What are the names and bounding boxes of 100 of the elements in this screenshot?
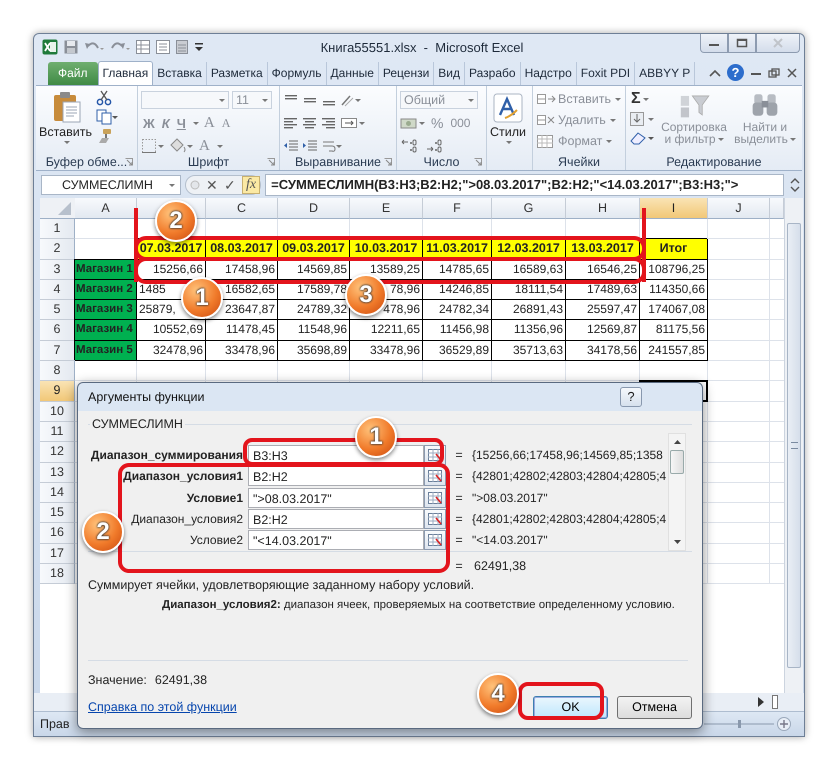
scissors-icon[interactable] <box>96 90 112 106</box>
row-header[interactable]: 1 <box>40 219 75 240</box>
argument-label: Диапазон_условия1 <box>122 469 244 484</box>
column-header[interactable]: I <box>640 198 708 219</box>
styles-icon <box>493 93 523 123</box>
row-header[interactable]: 6 <box>40 320 75 341</box>
cancel-button[interactable]: Отмена <box>617 696 692 718</box>
dialog-launcher-icon[interactable] <box>384 158 392 166</box>
table-icon[interactable] <box>136 40 150 54</box>
cancel-button[interactable]: ✕ <box>206 177 218 193</box>
fill-color-icon[interactable] <box>168 138 194 154</box>
decrease-indent-icon[interactable] <box>283 139 299 153</box>
name-box[interactable]: СУММЕСЛИМН <box>41 175 181 195</box>
eraser-icon[interactable] <box>629 130 655 146</box>
row-header[interactable]: 5 <box>40 300 75 320</box>
save-icon[interactable] <box>64 40 78 54</box>
styles-button[interactable]: Стили <box>490 89 526 144</box>
restore-icon[interactable] <box>768 68 780 78</box>
table-cell: Магазин 5 <box>75 340 137 362</box>
merge-center-icon[interactable] <box>340 116 366 130</box>
range-button[interactable] <box>424 488 446 508</box>
dialog-launcher-icon[interactable] <box>125 158 133 166</box>
insert-function-button[interactable]: fx <box>242 176 260 194</box>
orientation-icon[interactable] <box>340 93 362 107</box>
scroll-right-icon[interactable] <box>756 696 766 708</box>
row-header[interactable]: 8 <box>40 361 75 382</box>
row-header[interactable]: 11 <box>40 422 75 442</box>
fill-down-icon[interactable] <box>629 111 655 127</box>
column-header[interactable]: A <box>75 198 137 219</box>
table-icon <box>428 512 442 525</box>
input-field[interactable]: B2:H2 <box>248 466 424 486</box>
row-header[interactable]: 14 <box>40 482 75 504</box>
format-painter-icon[interactable] <box>96 128 112 144</box>
equals-sign: = <box>454 533 464 548</box>
maximize-button[interactable] <box>728 34 756 53</box>
caret-icon <box>606 140 612 142</box>
scrollbar[interactable] <box>784 198 803 693</box>
input-field[interactable]: B2:H2 <box>248 508 424 529</box>
column-header[interactable]: F <box>423 198 492 219</box>
range-button[interactable] <box>424 466 446 486</box>
collapse-ribbon-icon[interactable] <box>709 68 721 78</box>
column-header[interactable]: C <box>206 198 278 219</box>
wrap-text-icon[interactable] <box>321 139 343 153</box>
dialog-launcher-icon[interactable] <box>474 158 482 166</box>
table-cell: Магазин 4 <box>75 320 137 341</box>
dialog-launcher-icon[interactable] <box>267 158 275 166</box>
row-header[interactable]: 10 <box>40 402 75 422</box>
help-button[interactable]: ? <box>620 387 642 407</box>
row-header[interactable]: 16 <box>40 523 75 544</box>
scrollbar[interactable] <box>668 433 686 551</box>
row-header[interactable]: 13 <box>40 462 75 483</box>
minimize-button[interactable] <box>700 34 728 53</box>
column-header[interactable]: D <box>278 198 350 219</box>
ribbon-tab[interactable]: Главная <box>98 61 154 85</box>
row-header[interactable]: 17 <box>40 544 75 564</box>
column-header[interactable]: H <box>566 198 640 219</box>
excel-icon[interactable] <box>42 39 58 55</box>
row-header[interactable]: 18 <box>40 564 75 584</box>
split-icon[interactable] <box>772 695 778 709</box>
input-field[interactable]: ">08.03.2017" <box>248 488 424 508</box>
align-center-icon[interactable] <box>302 116 318 130</box>
currency-icon[interactable] <box>400 116 426 130</box>
enter-button[interactable]: ✓ <box>224 177 236 193</box>
increase-indent-icon[interactable] <box>302 139 318 153</box>
help-button[interactable]: ? <box>727 64 744 81</box>
caret-icon <box>718 138 724 142</box>
caret-icon <box>262 98 268 102</box>
form-icon[interactable] <box>156 40 170 54</box>
table-cell: Магазин 3 <box>75 300 137 320</box>
help-link[interactable]: Справка по этой функции <box>88 700 237 714</box>
copy-icon[interactable] <box>96 109 118 125</box>
row-header[interactable]: 4 <box>40 280 75 300</box>
row-header[interactable]: 7 <box>40 340 75 362</box>
font-name-field[interactable] <box>141 91 229 109</box>
group-label: Ячейки <box>558 154 600 168</box>
close-icon[interactable] <box>786 68 798 78</box>
caret-icon <box>642 98 649 102</box>
borders-icon[interactable] <box>141 138 165 154</box>
row-header[interactable]: 12 <box>40 442 75 463</box>
paste-button[interactable]: Вставить <box>39 89 92 144</box>
row-header[interactable]: 3 <box>40 260 75 280</box>
scroll-thumb[interactable] <box>670 450 684 474</box>
formula-field[interactable]: =СУММЕСЛИМН(B3:H3;B2:H2;">08.03.2017";B2:H2;"<14.03.2017";B3:H3;"> <box>265 174 784 196</box>
table-icon <box>428 492 442 504</box>
range-button[interactable] <box>424 530 446 550</box>
input-field[interactable]: "<14.03.2017" <box>248 530 424 550</box>
column-header[interactable]: G <box>492 198 566 219</box>
align-left-icon[interactable] <box>283 116 299 130</box>
autosum-button[interactable]: Σ <box>629 90 655 108</box>
row-header[interactable]: 2 <box>40 239 75 260</box>
table-cell: Магазин 1 <box>75 260 137 280</box>
range-button[interactable] <box>424 508 446 529</box>
row-header[interactable]: 15 <box>40 503 75 524</box>
scroll-thumb[interactable] <box>787 223 801 668</box>
column-header[interactable]: E <box>350 198 423 219</box>
align-right-icon[interactable] <box>321 116 337 130</box>
row-header[interactable]: 9 <box>40 381 75 402</box>
zoom-slider-icon[interactable] <box>704 716 794 732</box>
customize-caret-icon[interactable] <box>194 41 204 53</box>
column-header[interactable]: J <box>708 198 770 219</box>
